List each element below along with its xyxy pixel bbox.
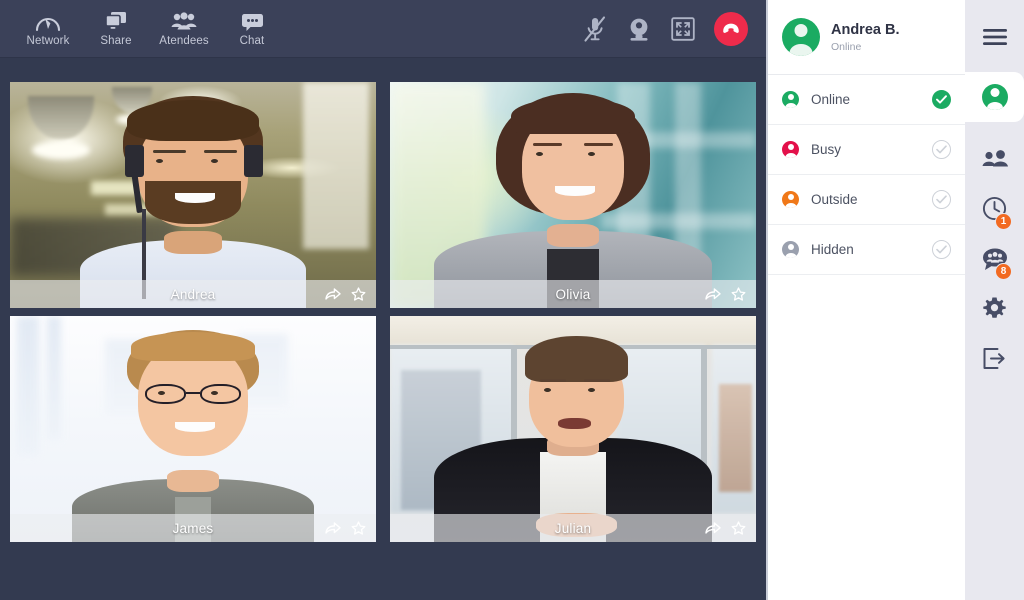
status-label: Busy	[811, 142, 842, 157]
tile-namebar-julian: Julian	[390, 514, 756, 542]
status-label: Hidden	[811, 242, 854, 257]
toolbar-label-share: Share	[100, 35, 132, 47]
tile-actions	[325, 287, 366, 301]
contacts-icon	[981, 149, 1009, 174]
status-panel: Andrea B. Online Online Busy Outside Hid…	[766, 0, 965, 600]
share-arrow-icon[interactable]	[705, 521, 721, 535]
toolbar-button-attendees[interactable]: Atendees	[150, 3, 218, 55]
rail-item-settings[interactable]	[965, 286, 1024, 336]
hamburger-menu-icon[interactable]	[965, 8, 1024, 66]
toolbar-button-group: Network Share Atendees Chat	[14, 3, 286, 55]
status-option-online[interactable]: Online	[768, 75, 965, 125]
panel-user-header[interactable]: Andrea B. Online	[768, 0, 965, 74]
status-avatar-icon	[782, 141, 799, 158]
webcam-icon[interactable]	[626, 16, 652, 42]
user-avatar-icon	[782, 18, 820, 56]
rail-item-contacts[interactable]	[965, 136, 1024, 186]
user-status: Online	[831, 40, 862, 53]
participant-name: James	[172, 520, 214, 536]
video-grid: Andrea Olivia James Julian	[10, 82, 756, 544]
tile-actions	[705, 521, 746, 535]
status-label: Online	[811, 92, 851, 107]
toolbar-label-network: Network	[26, 35, 70, 47]
attendees-group-icon	[171, 10, 197, 32]
share-arrow-icon[interactable]	[705, 287, 721, 301]
tile-namebar-andrea: Andrea	[10, 280, 376, 308]
video-feed-james	[10, 316, 376, 542]
video-feed-olivia	[390, 82, 756, 308]
status-option-hidden[interactable]: Hidden	[768, 225, 965, 275]
profile-icon	[981, 84, 1008, 110]
video-tile-james[interactable]: James	[10, 316, 376, 542]
status-avatar-icon	[782, 191, 799, 208]
participant-name: Andrea	[170, 286, 216, 302]
participant-name: Julian	[554, 520, 592, 536]
status-check-icon	[932, 190, 951, 209]
status-check-icon	[932, 240, 951, 259]
video-tile-olivia[interactable]: Olivia	[390, 82, 756, 308]
rail-item-history[interactable]: 1	[965, 186, 1024, 236]
top-toolbar: Network Share Atendees Chat	[0, 0, 766, 58]
toolbar-button-share[interactable]: Share	[82, 3, 150, 55]
participant-name: Olivia	[555, 286, 591, 302]
star-icon[interactable]	[351, 287, 366, 301]
status-option-outside[interactable]: Outside	[768, 175, 965, 225]
microphone-muted-icon[interactable]	[582, 16, 608, 42]
history-badge: 1	[995, 213, 1012, 230]
star-icon[interactable]	[731, 521, 746, 535]
rail-item-logout[interactable]	[965, 336, 1024, 386]
rail-item-profile[interactable]	[965, 72, 1024, 122]
status-option-list: Online Busy Outside Hidden	[768, 74, 965, 275]
toolbar-button-chat[interactable]: Chat	[218, 3, 286, 55]
toolbar-label-attendees: Atendees	[159, 35, 209, 47]
status-check-icon	[932, 140, 951, 159]
status-option-busy[interactable]: Busy	[768, 125, 965, 175]
star-icon[interactable]	[731, 287, 746, 301]
icon-rail: 1 8	[965, 0, 1024, 600]
logout-icon	[982, 347, 1007, 375]
status-check-icon	[932, 90, 951, 109]
tile-namebar-james: James	[10, 514, 376, 542]
video-feed-julian	[390, 316, 756, 542]
share-arrow-icon[interactable]	[325, 521, 341, 535]
settings-gear-icon	[982, 296, 1007, 326]
fullscreen-icon[interactable]	[670, 16, 696, 42]
video-feed-andrea	[10, 82, 376, 308]
user-name: Andrea B.	[831, 22, 900, 39]
screen-share-icon	[104, 10, 128, 32]
toolbar-actions	[582, 0, 748, 58]
star-icon[interactable]	[351, 521, 366, 535]
panel-user-info: Andrea B. Online	[831, 21, 900, 52]
status-label: Outside	[811, 192, 858, 207]
status-avatar-icon	[782, 241, 799, 258]
tile-namebar-olivia: Olivia	[390, 280, 756, 308]
toolbar-label-chat: Chat	[239, 35, 265, 47]
hangup-button[interactable]	[714, 12, 748, 46]
status-avatar-icon	[782, 91, 799, 108]
rail-item-group-chat[interactable]: 8	[965, 236, 1024, 286]
toolbar-button-network[interactable]: Network	[14, 3, 82, 55]
network-gauge-icon	[35, 10, 61, 32]
video-conference-app: Network Share Atendees Chat Andrea Olivi…	[0, 0, 1024, 600]
video-tile-andrea[interactable]: Andrea	[10, 82, 376, 308]
chat-bubble-icon	[241, 10, 264, 32]
group-chat-badge: 8	[995, 263, 1012, 280]
main-area: Network Share Atendees Chat Andrea Olivi…	[0, 0, 766, 600]
tile-actions	[325, 521, 366, 535]
video-tile-julian[interactable]: Julian	[390, 316, 756, 542]
tile-actions	[705, 287, 746, 301]
share-arrow-icon[interactable]	[325, 287, 341, 301]
